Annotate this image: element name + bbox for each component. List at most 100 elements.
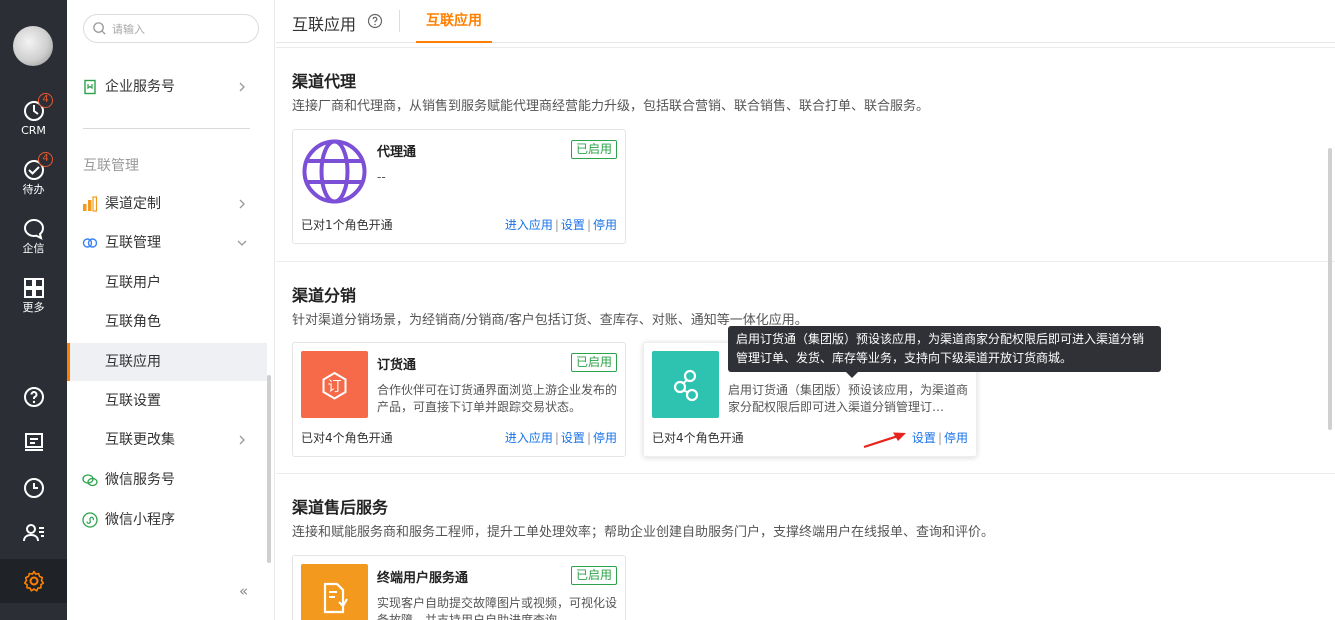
sidebar-item-channel-custom[interactable]: 渠道定制 — [67, 185, 267, 223]
disable-link[interactable]: 停用 — [593, 431, 617, 445]
card-actions: 进入应用 | 设置 | 停用 — [505, 216, 617, 233]
rail-item-chat[interactable]: 企信 — [0, 217, 67, 256]
sidebar-item-enterprise-service[interactable]: 企业服务号 — [67, 68, 267, 106]
status-badge: 已启用 — [570, 353, 617, 372]
chevron-right-icon — [239, 199, 245, 209]
section-description: 连接和赋能服务商和服务工程师，提升工单处理效率；帮助企业创建自助服务门户，支撑终… — [292, 525, 995, 540]
rail-label-more: 更多 — [22, 301, 45, 314]
sidebar-item-roles[interactable]: 互联角色 — [67, 303, 267, 341]
globe-icon — [302, 139, 367, 204]
settings-gear-icon — [23, 570, 45, 592]
section-description: 连接厂商和代理商，从销售到服务赋能代理商经营能力升级，包括联合营销、联合销售、联… — [292, 99, 930, 114]
app-name: 终端用户服务通 — [377, 571, 469, 586]
sidebar-item-label: 互联更改集 — [105, 432, 175, 448]
network-nodes-icon — [652, 351, 719, 418]
enter-app-link[interactable]: 进入应用 — [505, 218, 553, 232]
app-description: -- — [377, 170, 386, 184]
sidebar-item-apps[interactable]: 互联应用 — [67, 343, 267, 381]
sidebar-item-label: 互联用户 — [105, 275, 161, 291]
avatar[interactable] — [13, 26, 53, 66]
rail-history[interactable] — [0, 476, 67, 500]
rail-settings[interactable] — [0, 559, 67, 603]
page-header: 互联应用 互联应用 — [276, 0, 1335, 43]
chevron-down-icon — [237, 240, 247, 246]
page-title: 互联应用 — [292, 15, 357, 34]
rail-item-crm[interactable]: 4 CRM — [0, 93, 67, 138]
sidebar-search[interactable] — [83, 14, 259, 43]
settings-link[interactable]: 设置 — [912, 431, 936, 445]
sidebar-item-label: 微信小程序 — [105, 512, 175, 528]
app-card-ordering: 订 订货通 已启用 合作伙伴可在订货通界面浏览上游企业发布的产品，可直接下订单并… — [292, 342, 626, 457]
app-description: 合作伙伴可在订货通界面浏览上游企业发布的产品，可直接下订单并跟踪交易状态。 — [377, 383, 618, 414]
bar-chart-icon — [83, 196, 98, 212]
sidebar-item-changeset[interactable]: 互联更改集 — [67, 421, 267, 459]
sidebar-item-label: 互联应用 — [105, 354, 161, 370]
link-rings-icon — [82, 238, 98, 248]
rail-notice[interactable] — [0, 430, 67, 454]
main-scrollbar[interactable] — [1328, 148, 1332, 430]
settings-link[interactable]: 设置 — [561, 431, 585, 445]
app-name: 订货通 — [377, 358, 417, 373]
section-title: 渠道售后服务 — [292, 498, 389, 517]
app-card-service: 终端用户服务通 已启用 实现客户自助提交故障图片或视频，可视化设备故障，并支持用… — [292, 555, 626, 620]
rail-label-todo: 待办 — [22, 183, 45, 196]
chat-bubble-icon — [23, 218, 44, 240]
role-count: 已对1个角色开通 — [301, 218, 393, 232]
status-badge: 已启用 — [570, 140, 617, 159]
sidebar-item-wechat-service[interactable]: 微信服务号 — [67, 461, 267, 499]
rail-label-chat: 企信 — [22, 242, 45, 255]
section-divider — [276, 261, 1335, 262]
wechat-icon — [82, 474, 98, 487]
order-app-icon: 订 — [301, 351, 368, 418]
rail-help[interactable] — [0, 385, 67, 409]
rail-item-todo[interactable]: 4 待办 — [0, 152, 67, 197]
app-card-agent: 代理通 已启用 -- 已对1个角色开通 进入应用 | 设置 | 停用 — [292, 129, 626, 244]
sidebar-item-label: 企业服务号 — [105, 79, 175, 95]
sidebar-item-label: 渠道定制 — [105, 196, 161, 212]
sidebar-item-label: 互联角色 — [105, 314, 161, 330]
notice-icon — [24, 433, 43, 451]
mini-program-icon — [82, 512, 98, 528]
role-count: 已对4个角色开通 — [301, 431, 393, 445]
link-separator: | — [554, 218, 559, 232]
card-actions: 设置 | 停用 — [912, 429, 968, 446]
app-description: 启用订货通（集团版）预设该应用，为渠道商家分配权限后即可进入渠道分销管理订… — [728, 383, 969, 414]
rail-label-crm: CRM — [21, 124, 46, 137]
settings-link[interactable]: 设置 — [561, 218, 585, 232]
sidebar-item-settings[interactable]: 互联设置 — [67, 382, 267, 420]
chevron-right-icon — [239, 82, 245, 92]
role-count: 已对4个角色开通 — [652, 431, 744, 445]
rail-item-more[interactable]: 更多 — [0, 276, 67, 315]
bookmark-icon — [84, 79, 96, 95]
sidebar-item-label: 互联管理 — [105, 235, 161, 251]
sidebar-item-users[interactable]: 互联用户 — [67, 264, 267, 302]
sidebar-scrollbar[interactable] — [267, 375, 271, 563]
chevron-right-icon — [239, 435, 245, 445]
search-input[interactable] — [112, 19, 252, 39]
sidebar-item-label: 互联设置 — [105, 393, 161, 409]
search-icon — [93, 22, 106, 35]
annotation-arrow-icon — [863, 432, 906, 449]
svg-text:订: 订 — [328, 379, 342, 395]
sidebar-group-title: 互联管理 — [83, 158, 139, 174]
sidebar-item-wechat-mini[interactable]: 微信小程序 — [67, 501, 267, 539]
tooltip-text: 启用订货通（集团版）预设该应用，为渠道商家分配权限后即可进入渠道分销管理订单、发… — [736, 332, 1145, 365]
card-actions: 进入应用 | 设置 | 停用 — [505, 429, 617, 446]
tooltip-arrow — [846, 372, 858, 378]
grid-icon — [23, 278, 44, 298]
help-circle-icon[interactable] — [367, 13, 383, 29]
tab-interconnect-apps[interactable]: 互联应用 — [416, 0, 492, 43]
app-tooltip: 启用订货通（集团版）预设该应用，为渠道商家分配权限后即可进入渠道分销管理订单、发… — [728, 326, 1161, 378]
section-title: 渠道分销 — [292, 286, 357, 305]
sidebar-item-interconnect-manage[interactable]: 互联管理 — [67, 224, 267, 262]
sidebar-item-label: 微信服务号 — [105, 472, 175, 488]
disable-link[interactable]: 停用 — [593, 218, 617, 232]
collapse-sidebar-button[interactable]: « — [239, 582, 248, 600]
link-separator: | — [586, 218, 591, 232]
secondary-sidebar: 企业服务号 互联管理 渠道定制 互联管理 互联用户 互联角色 互联应用 互联设置… — [67, 0, 275, 620]
disable-link[interactable]: 停用 — [944, 431, 968, 445]
rail-contacts[interactable] — [0, 521, 67, 545]
header-divider — [399, 10, 400, 32]
enter-app-link[interactable]: 进入应用 — [505, 431, 553, 445]
contacts-icon — [22, 524, 44, 542]
